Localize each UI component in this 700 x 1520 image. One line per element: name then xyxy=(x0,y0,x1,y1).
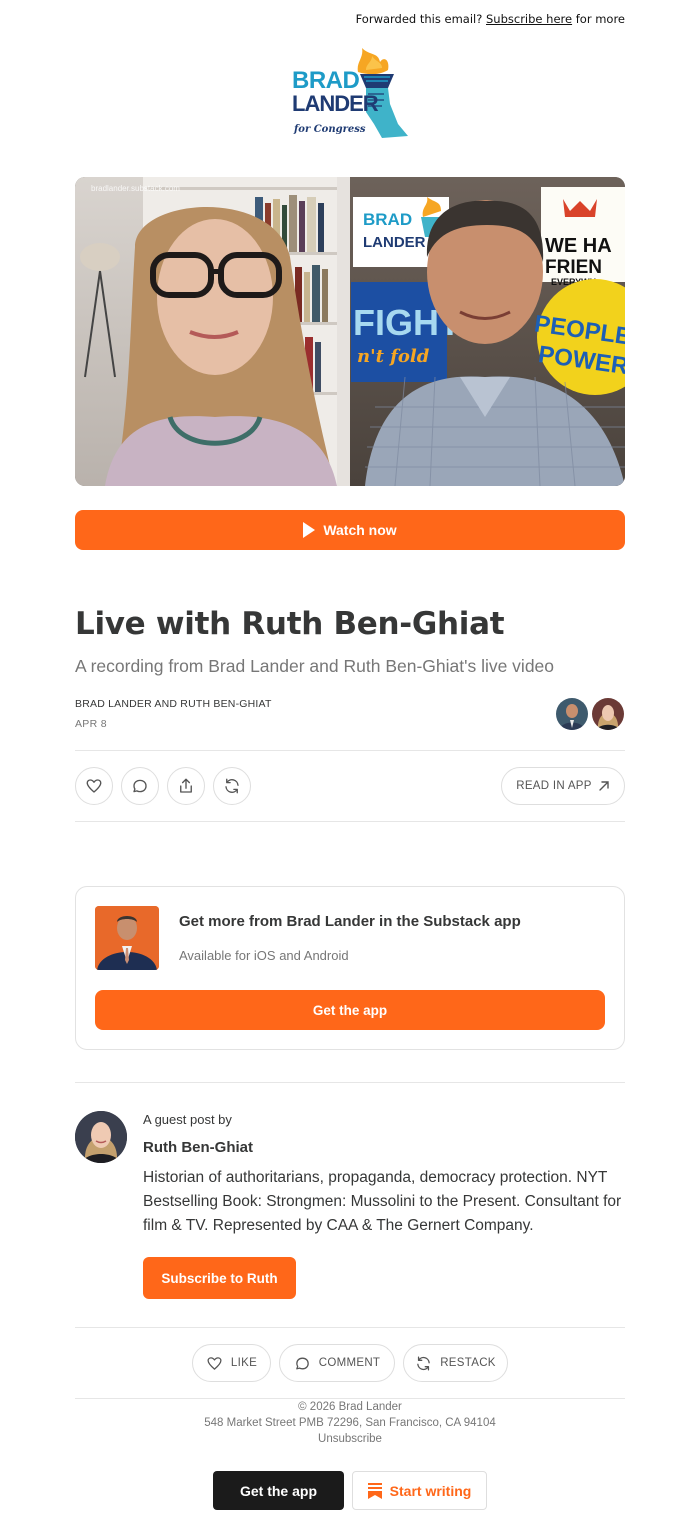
author-avatars xyxy=(556,698,624,730)
logo-line-lander: LANDER xyxy=(292,91,379,116)
divider-guest xyxy=(75,1082,625,1083)
poster-fold-text: n't fold xyxy=(357,346,430,367)
comment-button[interactable] xyxy=(121,767,159,805)
divider-top xyxy=(75,750,625,751)
post-subtitle: A recording from Brad Lander and Ruth Be… xyxy=(75,656,555,676)
comment-icon xyxy=(133,779,147,793)
substack-logo-icon xyxy=(367,1482,382,1499)
subscribe-to-ruth-button[interactable]: Subscribe to Ruth xyxy=(143,1257,296,1299)
arrow-up-right-icon xyxy=(599,781,609,791)
restack-pill-button[interactable]: RESTACK xyxy=(403,1344,508,1382)
divider-bottom-actions xyxy=(75,1327,625,1328)
brad-lander-thumbnail xyxy=(95,906,159,970)
watch-now-button[interactable]: Watch now xyxy=(75,510,625,550)
footer-address: 548 Market Street PMB 72296, San Francis… xyxy=(204,1417,496,1429)
guest-author-name[interactable]: Ruth Ben-Ghiat xyxy=(143,1139,253,1156)
poster-friends-text: FRIEN xyxy=(545,257,602,278)
start-writing-label: Start writing xyxy=(389,1482,472,1499)
app-promo-subtitle: Available for iOS and Android xyxy=(179,948,349,963)
poster-we-have-text: WE HA xyxy=(545,235,612,257)
divider-actions xyxy=(75,821,625,822)
app-promo-title: Get more from Brad Lander in the Substac… xyxy=(179,913,521,930)
poster-brad-text: BRAD xyxy=(363,210,412,229)
share-button[interactable] xyxy=(167,767,205,805)
guest-author-bio: Historian of authoritarians, propaganda,… xyxy=(143,1169,622,1234)
forward-prefix: Forwarded this email? xyxy=(355,12,483,26)
footer-get-app-button[interactable]: Get the app xyxy=(213,1471,344,1510)
poster-lander-text: LANDER xyxy=(363,234,426,251)
guest-post-label: A guest post by xyxy=(143,1112,232,1127)
comment-pill-button[interactable]: COMMENT xyxy=(279,1344,395,1382)
restack-button[interactable] xyxy=(213,767,251,805)
post-date: APR 8 xyxy=(75,718,107,730)
comment-label: COMMENT xyxy=(318,1357,381,1369)
forward-suffix: for more xyxy=(575,12,625,26)
like-label: LIKE xyxy=(230,1357,258,1369)
avatar-ruth-ben-ghiat[interactable] xyxy=(592,698,624,730)
heart-icon xyxy=(207,1356,222,1370)
play-icon xyxy=(303,522,316,538)
post-title[interactable]: Live with Ruth Ben-Ghiat xyxy=(75,606,505,642)
avatar-brad-lander[interactable] xyxy=(556,698,588,730)
share-icon xyxy=(180,778,192,793)
start-writing-button[interactable]: Start writing xyxy=(352,1471,487,1510)
restack-icon xyxy=(225,778,239,794)
divider-footer xyxy=(75,1398,625,1399)
subscribe-here-link[interactable]: Subscribe here xyxy=(486,12,572,26)
comment-icon xyxy=(295,1357,309,1369)
watch-now-label: Watch now xyxy=(323,522,397,538)
logo-line-brad: BRAD xyxy=(292,67,360,94)
restack-icon xyxy=(417,1355,431,1371)
guest-author-avatar[interactable] xyxy=(75,1111,127,1163)
video-thumbnail[interactable]: BRAD LANDER FIGHT n't fold WE HA FRIEN E… xyxy=(75,177,625,486)
brad-lander-logo[interactable]: BRAD LANDER for Congress xyxy=(286,44,416,144)
logo-line-congress: for Congress xyxy=(294,124,366,135)
unsubscribe-link[interactable]: Unsubscribe xyxy=(0,1433,700,1445)
like-button[interactable] xyxy=(75,767,113,805)
post-authors[interactable]: BRAD LANDER AND RUTH BEN-GHIAT xyxy=(75,698,272,710)
video-frame: BRAD LANDER FIGHT n't fold WE HA FRIEN E… xyxy=(75,177,625,486)
read-in-app-button[interactable]: READ IN APP xyxy=(501,767,625,805)
forward-notice: Forwarded this email? Subscribe here for… xyxy=(356,12,625,26)
video-watermark: bradlander.substack.com xyxy=(91,184,180,193)
footer-copyright: © 2026 Brad Lander xyxy=(298,1401,402,1413)
read-in-app-label: READ IN APP xyxy=(516,780,592,792)
get-the-app-button[interactable]: Get the app xyxy=(95,990,605,1030)
substack-app-promo: Get more from Brad Lander in the Substac… xyxy=(75,886,625,1050)
restack-label: RESTACK xyxy=(440,1357,496,1369)
heart-icon xyxy=(86,779,102,793)
like-pill-button[interactable]: LIKE xyxy=(192,1344,271,1382)
